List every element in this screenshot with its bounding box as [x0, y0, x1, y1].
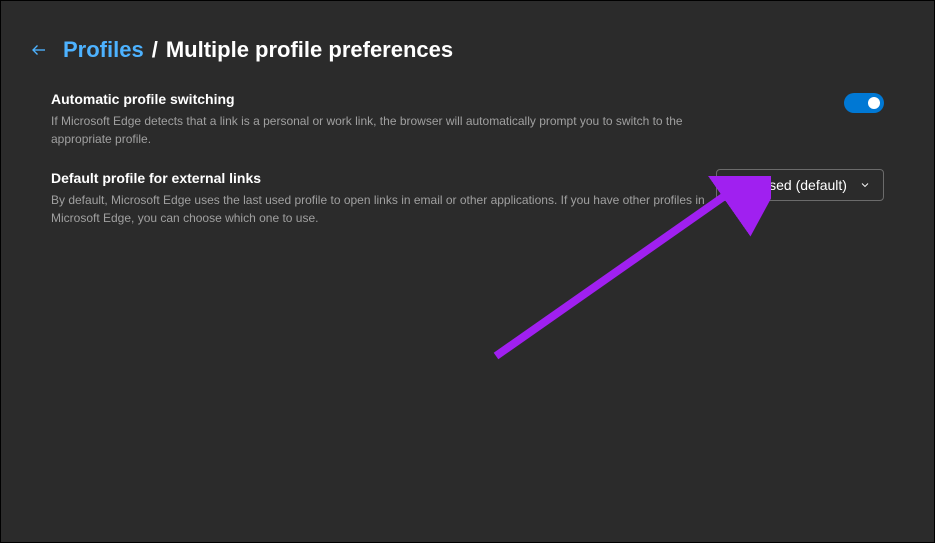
default-profile-dropdown[interactable]: Last used (default)	[716, 169, 884, 201]
back-button[interactable]	[29, 40, 49, 60]
setting-default-profile: Default profile for external links By de…	[51, 170, 884, 227]
chevron-down-icon	[859, 179, 871, 191]
setting-title: Default profile for external links	[51, 170, 716, 186]
toggle-knob	[868, 97, 880, 109]
breadcrumb: Profiles / Multiple profile preferences	[63, 37, 453, 63]
dropdown-selected-label: Last used (default)	[731, 177, 847, 193]
setting-title: Automatic profile switching	[51, 91, 731, 107]
breadcrumb-separator: /	[152, 37, 158, 63]
breadcrumb-parent-link[interactable]: Profiles	[63, 37, 144, 63]
breadcrumb-current: Multiple profile preferences	[166, 37, 453, 63]
setting-auto-switch: Automatic profile switching If Microsoft…	[51, 91, 884, 148]
auto-switch-toggle[interactable]	[844, 93, 884, 113]
setting-description: By default, Microsoft Edge uses the last…	[51, 191, 716, 227]
setting-description: If Microsoft Edge detects that a link is…	[51, 112, 731, 148]
